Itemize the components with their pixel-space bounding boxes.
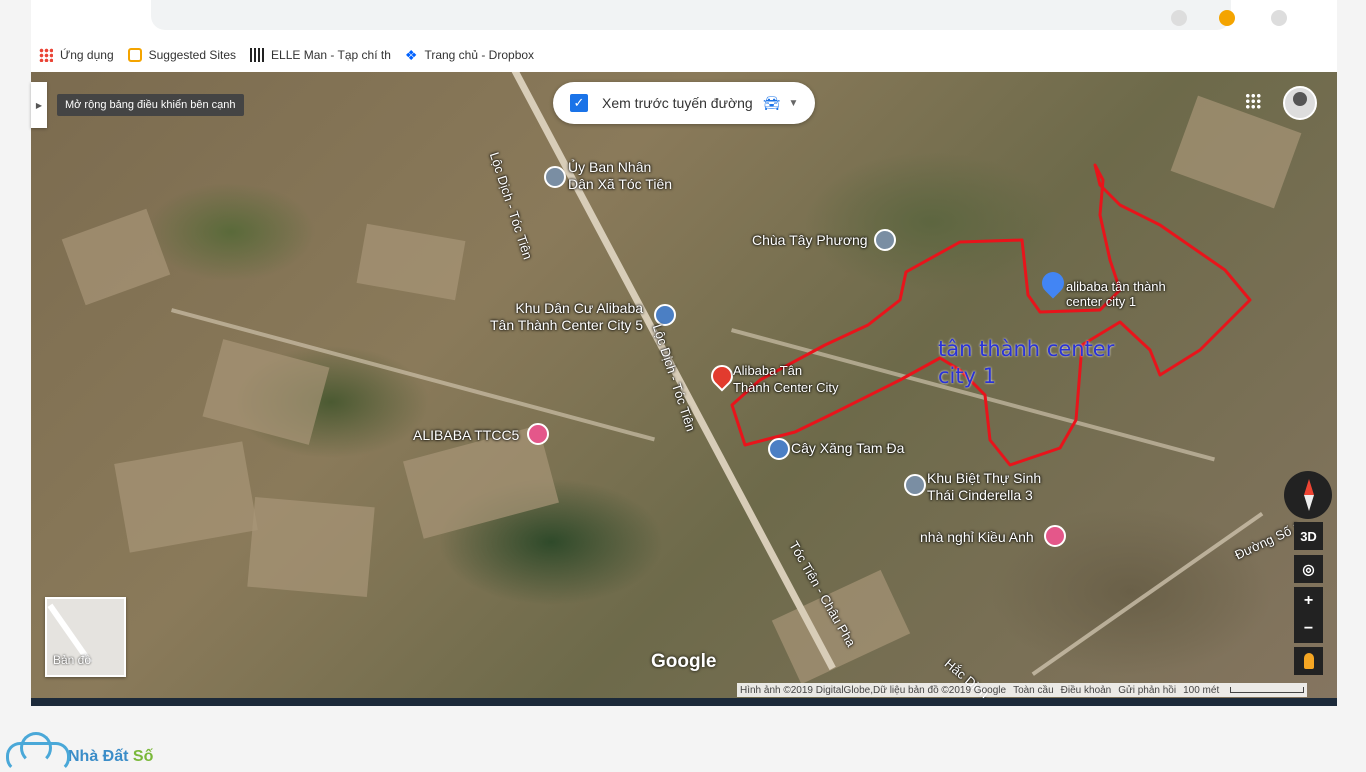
place-label[interactable]: Alibaba Tân Thành Center City xyxy=(733,362,839,396)
bookmark-suggested-sites[interactable]: Suggested Sites xyxy=(127,48,236,62)
feedback-link[interactable]: Gửi phản hồi xyxy=(1118,685,1176,696)
hotel-pin-icon[interactable] xyxy=(1044,525,1066,547)
sidebar-tooltip: Mở rộng bảng điều khiển bên cạnh xyxy=(57,94,244,116)
3d-toggle-button[interactable]: 3D xyxy=(1294,522,1323,550)
handwritten-annotation: tân thành center city 1 xyxy=(938,337,1115,388)
route-preview-label: Xem trước tuyến đường xyxy=(602,95,753,111)
car-icon: 🚘︎ xyxy=(762,94,781,111)
place-label[interactable]: Khu Biệt Thự Sinh Thái Cinderella 3 xyxy=(927,470,1041,504)
place-label[interactable]: ALIBABA TTCC5 xyxy=(413,427,519,444)
minimap-label: Bản đồ xyxy=(53,653,92,667)
house-cloud-icon xyxy=(6,732,70,772)
place-label[interactable]: Khu Dân Cư Alibaba Tân Thành Center City… xyxy=(490,300,643,334)
address-bar[interactable] xyxy=(151,0,1231,30)
imagery-credit: Hình ảnh ©2019 DigitalGlobe,Dữ liệu bản … xyxy=(740,684,1007,696)
scale-bar xyxy=(1230,687,1305,693)
temple-pin-icon[interactable] xyxy=(874,229,896,251)
taskbar xyxy=(31,698,1337,706)
side-road xyxy=(1031,512,1264,676)
bookmark-star-icon[interactable] xyxy=(1171,10,1187,26)
google-logo: Google xyxy=(651,651,717,672)
my-location-button[interactable]: ◎ xyxy=(1294,555,1323,583)
government-pin-icon[interactable] xyxy=(544,166,566,188)
farm-field xyxy=(202,339,330,445)
farm-field xyxy=(1170,95,1302,209)
expand-sidebar-button[interactable]: ▶ xyxy=(31,82,47,128)
profile-icon[interactable] xyxy=(1271,10,1287,26)
dropbox-icon: ❖ xyxy=(404,47,418,63)
suggested-sites-icon xyxy=(127,48,142,62)
attribution-bar: Hình ảnh ©2019 DigitalGlobe,Dữ liệu bản … xyxy=(737,683,1308,697)
bookmark-apps[interactable]: Ứng dụng xyxy=(39,48,114,62)
bookmarks-bar: Ứng dụng Suggested Sites ELLE Man - Tạp … xyxy=(31,38,1337,72)
pegman-icon xyxy=(1303,653,1314,669)
map-type-toggle[interactable]: Bản đồ xyxy=(45,597,126,677)
target-icon: ◎ xyxy=(1302,560,1315,577)
global-link[interactable]: Toàn cầu xyxy=(1013,685,1054,696)
browser-toolbar xyxy=(31,0,1337,39)
zoom-in-button[interactable]: + xyxy=(1294,587,1323,615)
bookmark-dropbox[interactable]: ❖ Trang chủ - Dropbox xyxy=(405,48,534,62)
place-label[interactable]: nhà nghỉ Kiều Anh xyxy=(920,529,1034,546)
farm-field xyxy=(356,223,466,301)
hotel-pin-icon[interactable] xyxy=(527,423,549,445)
elle-icon xyxy=(250,48,265,62)
farm-field xyxy=(114,441,258,553)
residential-pin-icon[interactable] xyxy=(904,474,926,496)
avatar[interactable] xyxy=(1283,86,1317,120)
terms-link[interactable]: Điều khoản xyxy=(1061,685,1112,696)
farm-field xyxy=(247,496,375,598)
watermark-text: Nhà Đất Số xyxy=(68,748,154,765)
compass-icon[interactable] xyxy=(1284,471,1332,519)
checkbox-checked-icon[interactable]: ✓ xyxy=(570,94,588,112)
place-label[interactable]: Cây Xăng Tam Đa xyxy=(791,440,904,457)
watermark-logo: Nhà Đất Số xyxy=(6,732,154,772)
scale-label[interactable]: 100 mét xyxy=(1183,685,1219,696)
street-view-pegman[interactable] xyxy=(1294,647,1323,675)
bookmark-elle[interactable]: ELLE Man - Tạp chí th xyxy=(250,48,391,62)
farm-field xyxy=(61,208,171,306)
extension-icon[interactable] xyxy=(1219,10,1235,26)
route-preview-toggle[interactable]: ✓ Xem trước tuyến đường 🚘︎ ▼ xyxy=(553,82,815,124)
selected-place-label[interactable]: alibaba tân thành center city 1 xyxy=(1066,279,1166,309)
place-label[interactable]: Chùa Tây Phương xyxy=(752,232,868,249)
google-apps-icon[interactable] xyxy=(1245,93,1261,109)
place-label[interactable]: Ủy Ban Nhân Dân Xã Tóc Tiên xyxy=(568,159,672,193)
zoom-out-button[interactable]: − xyxy=(1294,615,1323,643)
gas-station-pin-icon[interactable] xyxy=(768,438,790,460)
chevron-down-icon[interactable]: ▼ xyxy=(789,98,799,109)
apps-grid-icon xyxy=(39,48,53,62)
